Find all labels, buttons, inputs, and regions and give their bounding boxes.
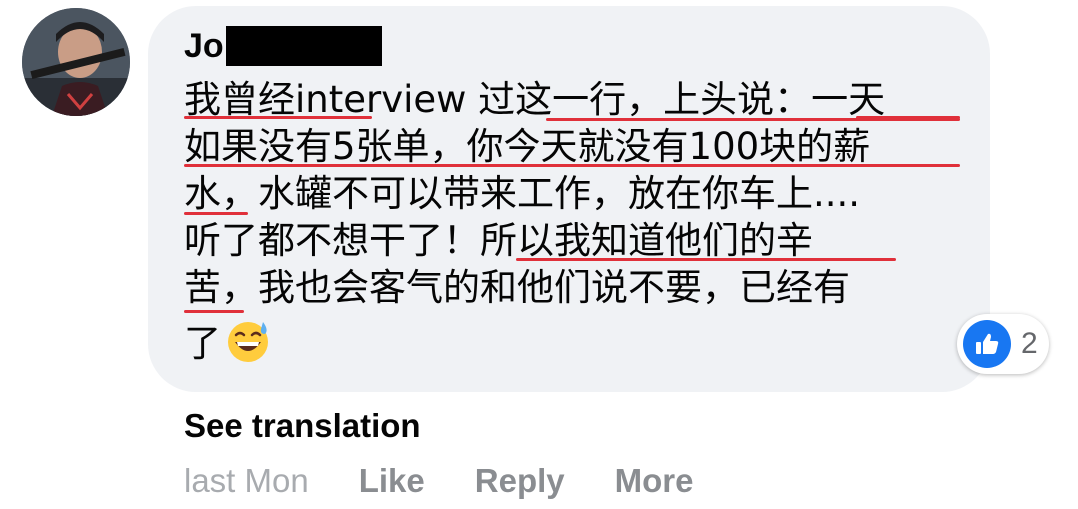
avatar-photo bbox=[22, 8, 130, 116]
avatar[interactable] bbox=[22, 8, 130, 116]
see-translation-link[interactable]: See translation bbox=[184, 404, 421, 448]
comment-line-6-text: 了 bbox=[184, 322, 221, 365]
red-underline bbox=[184, 116, 372, 119]
comment-timestamp[interactable]: last Mon bbox=[184, 462, 309, 500]
redaction-bar bbox=[225, 26, 382, 66]
comment-actions: last Mon Like Reply More bbox=[184, 458, 693, 504]
reaction-count: 2 bbox=[1021, 327, 1038, 360]
red-underline bbox=[856, 116, 960, 119]
comment-line-5: 苦，我也会客气的和他们说不要，已经有 bbox=[184, 266, 850, 309]
grinning-face-with-sweat-icon bbox=[228, 322, 268, 362]
red-underline bbox=[184, 310, 244, 313]
author-name[interactable]: Jo bbox=[184, 24, 224, 68]
reply-button[interactable]: Reply bbox=[475, 462, 565, 500]
reaction-summary[interactable]: 2 bbox=[957, 314, 1049, 374]
like-button[interactable]: Like bbox=[359, 462, 425, 500]
thumbs-up-icon bbox=[963, 320, 1011, 368]
more-button[interactable]: More bbox=[615, 462, 694, 500]
red-underline bbox=[516, 258, 896, 261]
comment-line-3: 水，水罐不可以带来工作，放在你车上.... bbox=[184, 172, 861, 215]
comment-author[interactable]: Jo bbox=[184, 24, 382, 68]
red-underline bbox=[184, 164, 960, 167]
red-underline bbox=[184, 212, 248, 215]
comment-line-6: 了 bbox=[184, 318, 271, 366]
